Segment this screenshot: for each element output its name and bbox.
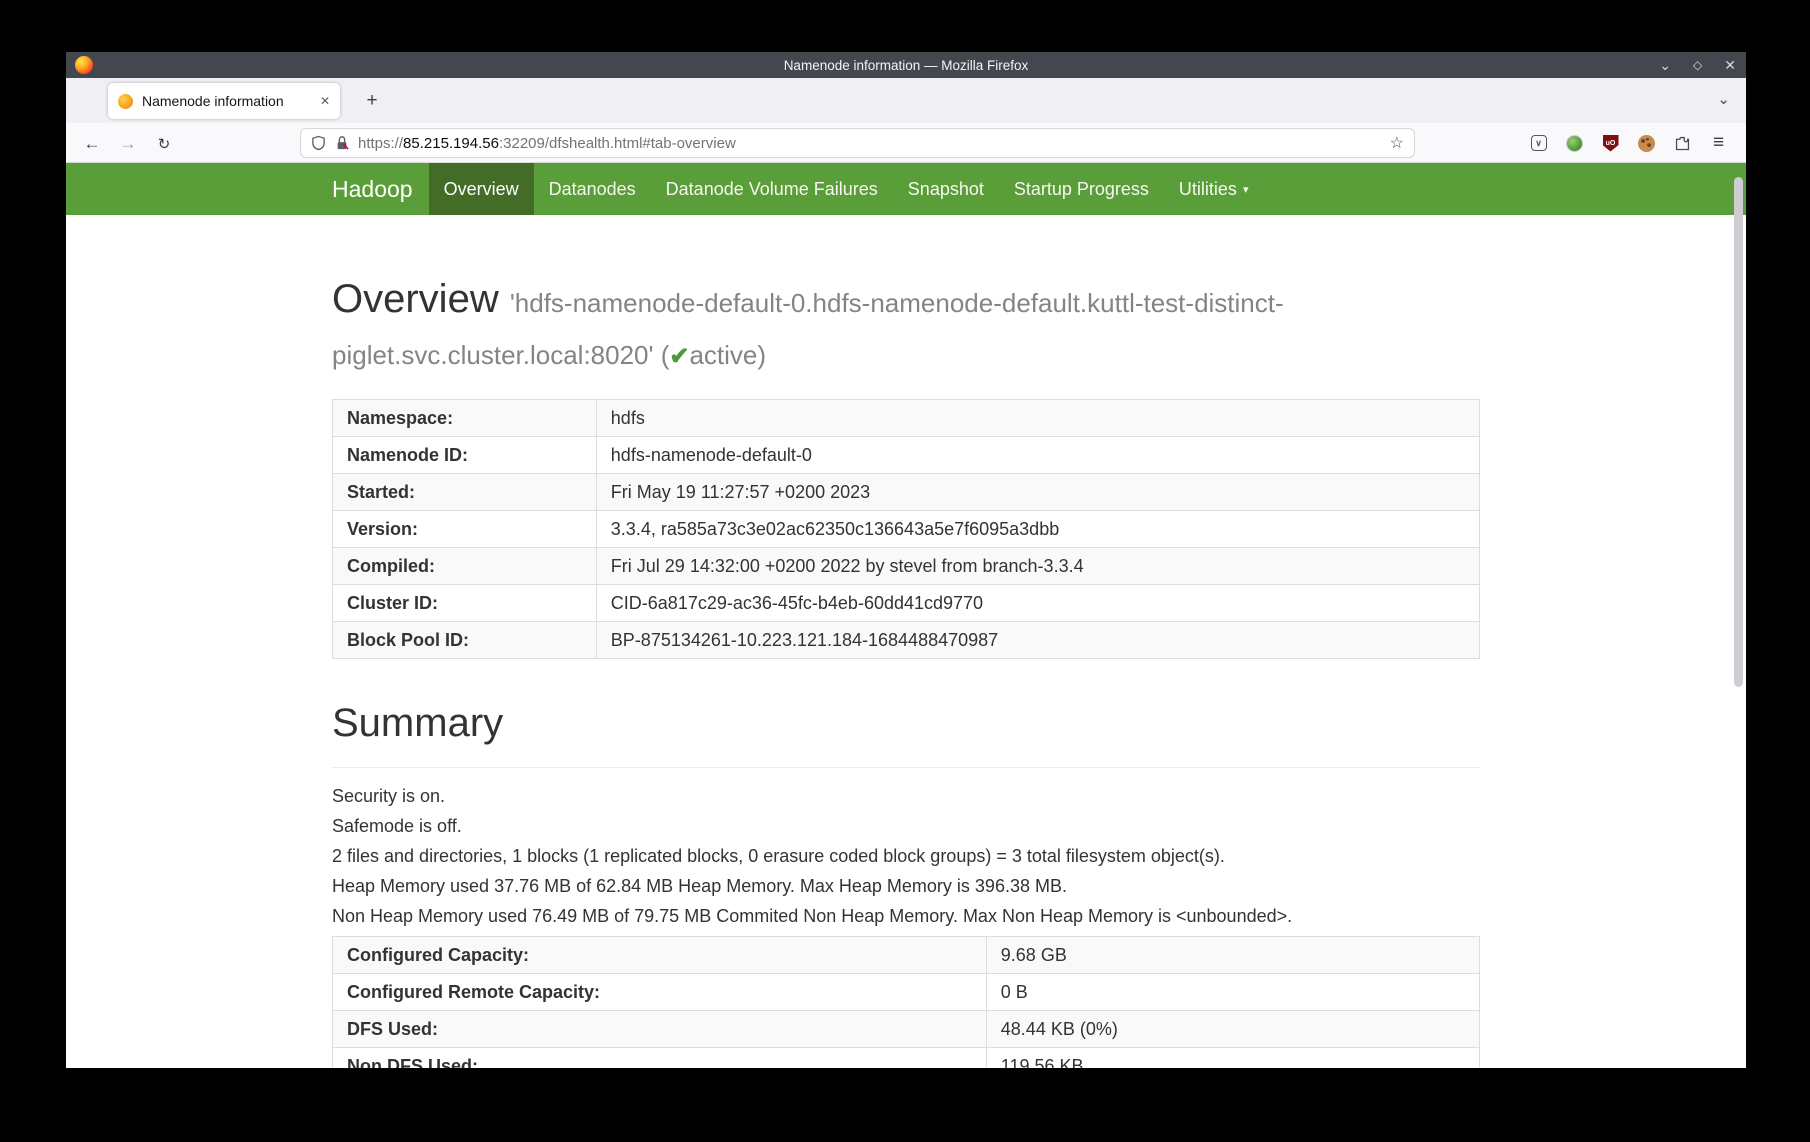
tab-close-icon[interactable]: ✕ bbox=[320, 94, 330, 108]
list-all-tabs-icon[interactable]: ⌄ bbox=[1717, 90, 1730, 108]
table-row: Cluster ID:CID-6a817c29-ac36-45fc-b4eb-6… bbox=[333, 585, 1480, 622]
nav-item-startup-progress[interactable]: Startup Progress bbox=[999, 163, 1164, 215]
page-title: Overview 'hdfs-namenode-default-0.hdfs-n… bbox=[332, 273, 1480, 377]
row-label: Non DFS Used: bbox=[333, 1048, 987, 1069]
extensions-puzzle-icon[interactable] bbox=[1673, 134, 1692, 153]
table-row: Configured Capacity:9.68 GB bbox=[333, 937, 1480, 974]
ublock-origin-icon[interactable]: uO bbox=[1601, 134, 1620, 153]
tab-bar: Namenode information ✕ + ⌄ bbox=[66, 78, 1746, 123]
url-bar[interactable]: https://85.215.194.56:32209/dfshealth.ht… bbox=[300, 128, 1415, 158]
nav-item-snapshot[interactable]: Snapshot bbox=[893, 163, 999, 215]
table-row: Compiled:Fri Jul 29 14:32:00 +0200 2022 … bbox=[333, 548, 1480, 585]
row-label: Namespace: bbox=[333, 400, 597, 437]
row-value: CID-6a817c29-ac36-45fc-b4eb-60dd41cd9770 bbox=[596, 585, 1479, 622]
url-domain: 85.215.194.56 bbox=[403, 135, 499, 152]
row-value: hdfs-namenode-default-0 bbox=[596, 437, 1479, 474]
firefox-window: Namenode information — Mozilla Firefox ⌄… bbox=[66, 52, 1746, 1068]
table-row: Started:Fri May 19 11:27:57 +0200 2023 bbox=[333, 474, 1480, 511]
capacity-table: Configured Capacity:9.68 GBConfigured Re… bbox=[332, 936, 1480, 1068]
table-row: Version:3.3.4, ra585a73c3e02ac62350c1366… bbox=[333, 511, 1480, 548]
summary-line: Safemode is off. bbox=[332, 816, 1480, 837]
navbar-links: OverviewDatanodesDatanode Volume Failure… bbox=[429, 163, 1264, 215]
row-label: Cluster ID: bbox=[333, 585, 597, 622]
summary-line: Heap Memory used 37.76 MB of 62.84 MB He… bbox=[332, 876, 1480, 897]
back-button[interactable]: ← bbox=[79, 131, 105, 157]
hadoop-navbar: Hadoop OverviewDatanodesDatanode Volume … bbox=[66, 163, 1746, 215]
browser-toolbar: ← → ↻ https://85.215.194.56:32209/dfshea… bbox=[66, 123, 1746, 163]
namenode-host-line2: piglet.svc.cluster.local:8020' ( bbox=[332, 340, 669, 370]
tab-favicon-icon bbox=[118, 94, 133, 109]
lock-warning-icon[interactable] bbox=[335, 135, 349, 151]
row-label: Configured Remote Capacity: bbox=[333, 974, 987, 1011]
nav-item-datanode-volume-failures[interactable]: Datanode Volume Failures bbox=[651, 163, 893, 215]
nav-item-utilities[interactable]: Utilities▾ bbox=[1164, 163, 1264, 215]
table-row: Configured Remote Capacity:0 B bbox=[333, 974, 1480, 1011]
summary-paragraphs: Security is on. Safemode is off. 2 files a… bbox=[332, 786, 1480, 927]
table-row: DFS Used:48.44 KB (0%) bbox=[333, 1011, 1480, 1048]
row-label: Block Pool ID: bbox=[333, 622, 597, 659]
url-path: :32209/dfshealth.html#tab-overview bbox=[499, 135, 736, 152]
nav-item-datanodes[interactable]: Datanodes bbox=[534, 163, 651, 215]
row-value: 9.68 GB bbox=[986, 937, 1479, 974]
tab-namenode-information[interactable]: Namenode information ✕ bbox=[108, 83, 340, 119]
shield-icon[interactable] bbox=[311, 135, 326, 151]
table-row: Namenode ID:hdfs-namenode-default-0 bbox=[333, 437, 1480, 474]
active-check-icon: ✔ bbox=[669, 343, 689, 370]
forward-button[interactable]: → bbox=[115, 131, 141, 157]
url-scheme: https:// bbox=[358, 135, 403, 152]
row-label: DFS Used: bbox=[333, 1011, 987, 1048]
summary-line: Security is on. bbox=[332, 786, 1480, 807]
namenode-host-line1: 'hdfs-namenode-default-0.hdfs-namenode-d… bbox=[510, 288, 1284, 318]
summary-divider bbox=[332, 767, 1480, 768]
window-close-button[interactable]: ✕ bbox=[1724, 58, 1736, 72]
row-value: 119.56 KB bbox=[986, 1048, 1479, 1069]
summary-line: 2 files and directories, 1 blocks (1 rep… bbox=[332, 846, 1480, 867]
bookmark-star-icon[interactable]: ☆ bbox=[1390, 133, 1404, 153]
namenode-status: active) bbox=[689, 340, 766, 370]
summary-line: Non Heap Memory used 76.49 MB of 79.75 M… bbox=[332, 906, 1480, 927]
cookie-extension-icon[interactable] bbox=[1637, 134, 1656, 153]
menu-hamburger-icon[interactable]: ≡ bbox=[1709, 134, 1728, 153]
table-row: Non DFS Used:119.56 KB bbox=[333, 1048, 1480, 1069]
row-value: 48.44 KB (0%) bbox=[986, 1011, 1479, 1048]
pocket-icon[interactable]: ∨ bbox=[1529, 134, 1548, 153]
row-value: Fri May 19 11:27:57 +0200 2023 bbox=[596, 474, 1479, 511]
table-row: Block Pool ID:BP-875134261-10.223.121.18… bbox=[333, 622, 1480, 659]
navbar-brand-hadoop[interactable]: Hadoop bbox=[332, 163, 429, 215]
row-label: Started: bbox=[333, 474, 597, 511]
row-label: Version: bbox=[333, 511, 597, 548]
window-title: Namenode information — Mozilla Firefox bbox=[66, 58, 1746, 73]
row-value: Fri Jul 29 14:32:00 +0200 2022 by stevel… bbox=[596, 548, 1479, 585]
extension-green-icon[interactable] bbox=[1565, 134, 1584, 153]
reload-button[interactable]: ↻ bbox=[151, 131, 177, 157]
titlebar: Namenode information — Mozilla Firefox ⌄… bbox=[66, 52, 1746, 78]
window-minimize-button[interactable]: ⌄ bbox=[1659, 58, 1671, 72]
tab-title: Namenode information bbox=[142, 93, 312, 109]
row-label: Namenode ID: bbox=[333, 437, 597, 474]
row-value: 3.3.4, ra585a73c3e02ac62350c136643a5e7f6… bbox=[596, 511, 1479, 548]
url-text: https://85.215.194.56:32209/dfshealth.ht… bbox=[358, 135, 1382, 152]
window-maximize-button[interactable]: ◇ bbox=[1693, 59, 1702, 71]
new-tab-button[interactable]: + bbox=[358, 87, 386, 115]
page-scrollbar-thumb[interactable] bbox=[1734, 177, 1743, 687]
overview-title: Overview bbox=[332, 277, 499, 321]
row-label: Compiled: bbox=[333, 548, 597, 585]
page-viewport: Hadoop OverviewDatanodesDatanode Volume … bbox=[66, 163, 1746, 1068]
summary-title: Summary bbox=[332, 697, 1480, 749]
caret-down-icon: ▾ bbox=[1243, 183, 1249, 196]
row-value: 0 B bbox=[986, 974, 1479, 1011]
namenode-info-table: Namespace:hdfsNamenode ID:hdfs-namenode-… bbox=[332, 399, 1480, 659]
nav-item-overview[interactable]: Overview bbox=[429, 163, 534, 215]
table-row: Namespace:hdfs bbox=[333, 400, 1480, 437]
row-value: hdfs bbox=[596, 400, 1479, 437]
row-label: Configured Capacity: bbox=[333, 937, 987, 974]
row-value: BP-875134261-10.223.121.184-168448847098… bbox=[596, 622, 1479, 659]
